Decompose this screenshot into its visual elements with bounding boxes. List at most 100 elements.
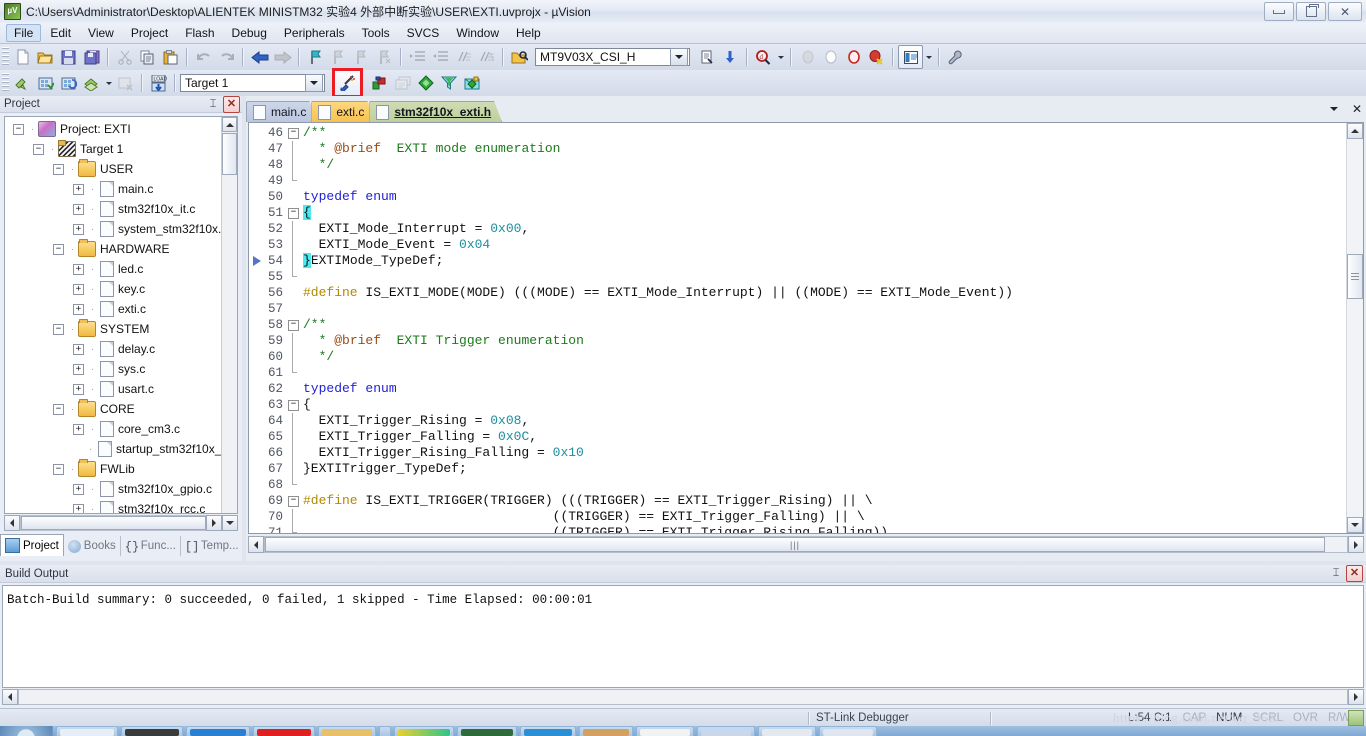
paste-icon[interactable] bbox=[159, 46, 182, 68]
search-input[interactable]: MT9V03X_CSI_H bbox=[540, 50, 670, 64]
fold-column[interactable] bbox=[285, 461, 301, 477]
tree-item-core-cm3-c[interactable]: + · core_cm3.c bbox=[5, 419, 221, 439]
menu-file[interactable]: File bbox=[6, 24, 42, 42]
fold-column[interactable] bbox=[285, 429, 301, 445]
tree-item-core[interactable]: − · CORE bbox=[5, 399, 221, 419]
open-file-icon[interactable] bbox=[34, 46, 57, 68]
taskbar-item[interactable] bbox=[379, 726, 391, 736]
menu-peripherals[interactable]: Peripherals bbox=[276, 24, 353, 42]
window-manage-dropdown-icon[interactable] bbox=[923, 46, 934, 68]
scroll-right-arrow[interactable] bbox=[1348, 536, 1364, 553]
save-all-icon[interactable] bbox=[80, 46, 103, 68]
svcs-pack-icon[interactable] bbox=[460, 72, 483, 94]
target-select-value[interactable]: Target 1 bbox=[185, 76, 305, 90]
tree-item-project-exti[interactable]: − · Project: EXTI bbox=[5, 119, 221, 139]
fold-column[interactable] bbox=[285, 157, 301, 173]
tree-item-sys-c[interactable]: + · sys.c bbox=[5, 359, 221, 379]
code-vertical-scrollbar[interactable] bbox=[1346, 123, 1363, 533]
multi-project-icon[interactable] bbox=[391, 72, 414, 94]
build-output-hscrollbar[interactable] bbox=[2, 689, 1364, 705]
scroll-thumb[interactable] bbox=[222, 133, 237, 175]
fold-column[interactable] bbox=[285, 173, 301, 189]
chevron-down-icon[interactable] bbox=[305, 74, 323, 92]
chevron-down-icon[interactable] bbox=[670, 48, 688, 66]
bookmark-toggle-icon[interactable] bbox=[304, 46, 327, 68]
tab-stm32f10x-exti-h[interactable]: stm32f10x_exti.h bbox=[369, 101, 502, 122]
taskbar-item[interactable] bbox=[56, 726, 118, 736]
bookmark-prev-icon[interactable] bbox=[327, 46, 350, 68]
minimize-button[interactable] bbox=[1264, 2, 1294, 21]
tab-functions[interactable]: {} Func... bbox=[121, 536, 181, 556]
pin-icon[interactable]: ⌶ bbox=[1329, 567, 1343, 581]
tree-item-led-c[interactable]: + · led.c bbox=[5, 259, 221, 279]
scroll-right-arrow[interactable] bbox=[1348, 689, 1364, 705]
tab-list-dropdown-icon[interactable] bbox=[1327, 101, 1341, 117]
copy-icon[interactable] bbox=[136, 46, 159, 68]
resize-grip[interactable] bbox=[1348, 710, 1364, 726]
tree-item-system[interactable]: − · SYSTEM bbox=[5, 319, 221, 339]
expand-toggle-icon[interactable]: + bbox=[73, 223, 84, 235]
expand-toggle-icon[interactable]: + bbox=[73, 183, 84, 195]
scroll-down-arrow[interactable] bbox=[1347, 517, 1363, 533]
find-in-files-icon[interactable] bbox=[508, 46, 531, 68]
debug-step-a-icon[interactable] bbox=[796, 46, 819, 68]
fold-column[interactable] bbox=[285, 237, 301, 253]
search-combo[interactable]: MT9V03X_CSI_H bbox=[535, 48, 690, 66]
collapse-toggle-icon[interactable]: − bbox=[33, 143, 44, 155]
toolbar-grip[interactable] bbox=[2, 73, 9, 93]
taskbar-item[interactable] bbox=[520, 726, 576, 736]
close-tab-icon[interactable]: ✕ bbox=[1350, 101, 1364, 117]
expand-toggle-icon[interactable]: + bbox=[73, 483, 84, 495]
breakpoint-icon[interactable] bbox=[842, 46, 865, 68]
taskbar-item[interactable] bbox=[457, 726, 517, 736]
debug-step-b-icon[interactable] bbox=[819, 46, 842, 68]
hscroll-track[interactable] bbox=[20, 515, 206, 531]
close-icon[interactable]: ✕ bbox=[223, 95, 240, 113]
tab-templates[interactable]: [] Temp... bbox=[181, 536, 244, 556]
code-editor[interactable]: 46−/** 47 * @brief EXTI mode enumeration 4… bbox=[248, 122, 1364, 534]
fold-collapse-icon[interactable]: − bbox=[288, 208, 299, 219]
tree-item-stm32f10x-gpio-c[interactable]: + · stm32f10x_gpio.c bbox=[5, 479, 221, 499]
tree-item-startup-stm32f10x-hd[interactable]: · startup_stm32f10x_hd bbox=[5, 439, 235, 459]
taskbar-item[interactable] bbox=[318, 726, 376, 736]
fold-column[interactable] bbox=[285, 509, 301, 525]
stop-build-icon[interactable] bbox=[114, 72, 137, 94]
hscroll-track[interactable] bbox=[18, 689, 1348, 705]
tree-item-hardware[interactable]: − · HARDWARE bbox=[5, 239, 221, 259]
expand-toggle-icon[interactable]: + bbox=[73, 203, 84, 215]
kill-breakpoints-icon[interactable] bbox=[865, 46, 888, 68]
code-horizontal-scrollbar[interactable]: ||| bbox=[248, 536, 1364, 553]
scroll-right-arrow[interactable] bbox=[206, 515, 222, 531]
find-dropdown-icon[interactable] bbox=[775, 46, 786, 68]
expand-toggle-icon[interactable]: + bbox=[73, 283, 84, 295]
toolbar-grip[interactable] bbox=[2, 47, 9, 67]
menu-window[interactable]: Window bbox=[448, 24, 507, 42]
cut-icon[interactable] bbox=[113, 46, 136, 68]
batch-build-icon[interactable] bbox=[80, 72, 103, 94]
fold-column[interactable] bbox=[285, 301, 301, 317]
manage-project-items-icon[interactable] bbox=[368, 72, 391, 94]
tree-item-delay-c[interactable]: + · delay.c bbox=[5, 339, 221, 359]
outdent-icon[interactable] bbox=[429, 46, 452, 68]
menu-project[interactable]: Project bbox=[123, 24, 176, 42]
fold-column[interactable]: − bbox=[285, 125, 301, 141]
indent-icon[interactable] bbox=[406, 46, 429, 68]
collapse-toggle-icon[interactable]: − bbox=[53, 163, 64, 175]
fold-column[interactable] bbox=[285, 269, 301, 285]
svcs-green-icon[interactable] bbox=[414, 72, 437, 94]
fold-collapse-icon[interactable]: − bbox=[288, 400, 299, 411]
build-output-body[interactable]: Batch-Build summary: 0 succeeded, 0 fail… bbox=[2, 585, 1364, 688]
project-tree-hscrollbar[interactable] bbox=[4, 515, 238, 531]
taskbar-item[interactable] bbox=[186, 726, 250, 736]
fold-collapse-icon[interactable]: − bbox=[288, 496, 299, 507]
expand-toggle-icon[interactable]: + bbox=[73, 263, 84, 275]
target-combo[interactable]: Target 1 bbox=[180, 74, 325, 92]
scroll-left-arrow[interactable] bbox=[2, 689, 18, 705]
taskbar-item[interactable] bbox=[253, 726, 315, 736]
fold-column[interactable] bbox=[285, 221, 301, 237]
code-scroll-area[interactable]: 46−/** 47 * @brief EXTI mode enumeration 4… bbox=[249, 123, 1347, 533]
fold-column[interactable] bbox=[285, 333, 301, 349]
collapse-toggle-icon[interactable]: − bbox=[13, 123, 24, 135]
translate-icon[interactable] bbox=[11, 72, 34, 94]
undo-icon[interactable] bbox=[192, 46, 215, 68]
